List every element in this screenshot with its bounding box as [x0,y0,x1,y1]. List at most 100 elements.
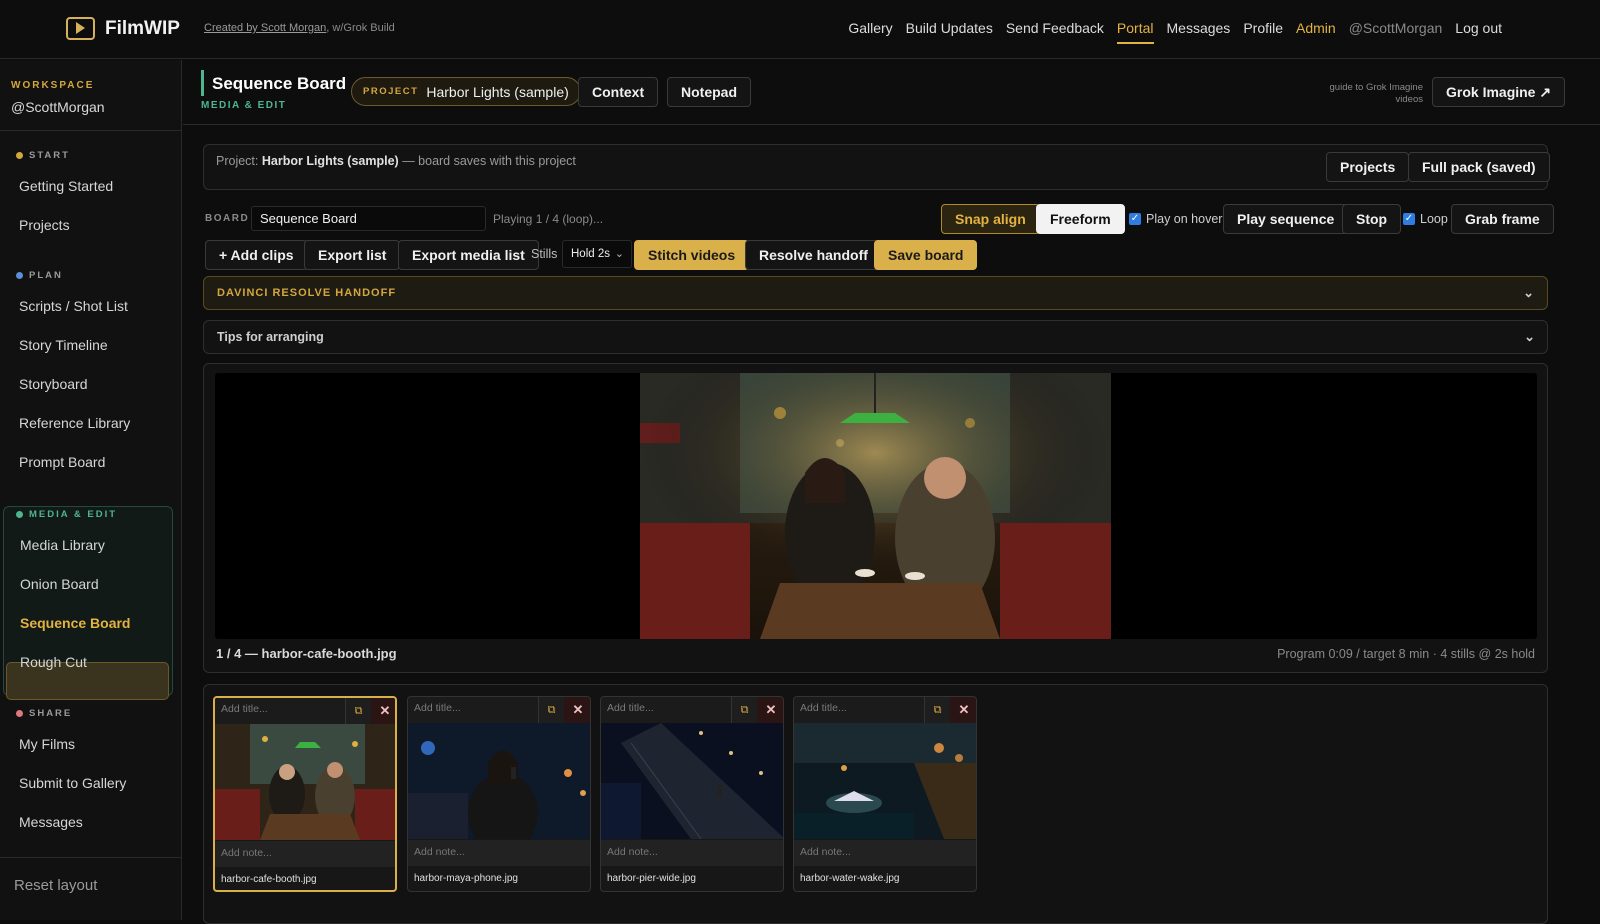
grok-imagine-button[interactable]: Grok Imagine ↗ [1432,77,1566,107]
sidebar-item-storyboard[interactable]: Storyboard [19,376,87,392]
sidebar-item-onion-board[interactable]: Onion Board [20,576,99,592]
sequence-viewer[interactable] [215,373,1537,639]
credit-line: Created by Scott Morgan, w/Grok Build [204,22,395,34]
stills-hold-select[interactable]: Hold 2s ⌄ [562,240,632,268]
page-title-accent [201,70,204,96]
app-name: FilmWIP [105,17,180,39]
divider [0,130,182,131]
clip-thumbnail [601,723,783,839]
reset-layout-button[interactable]: Reset layout [14,877,97,894]
tips-accordion[interactable]: Tips for arranging ⌄ [203,320,1548,354]
play-sequence-button[interactable]: Play sequence [1223,204,1349,234]
divider [183,124,1600,125]
clip-filename: harbor-water-wake.jpg [800,873,900,884]
project-card-name: Harbor Lights (sample) [261,154,399,168]
nav-send-feedback[interactable]: Send Feedback [1006,20,1104,44]
nav-messages[interactable]: Messages [1167,20,1231,44]
viewer-caption: 1 / 4 — harbor-cafe-booth.jpg [216,646,397,661]
stop-button[interactable]: Stop [1342,204,1402,234]
clip-note-input[interactable]: Add note... [601,840,783,866]
sidebar-item-getting-started[interactable]: Getting Started [19,178,113,194]
sidebar-item-messages[interactable]: Messages [19,814,83,830]
grab-frame-button[interactable]: Grab frame [1451,204,1554,234]
resolve-handoff-button[interactable]: Resolve handoff [745,240,882,270]
clip-filename: harbor-pier-wide.jpg [607,873,696,884]
snap-align-button[interactable]: Snap align [941,204,1040,234]
clip-card[interactable]: Add title... ⧉ ✕ Add note... harbor-cafe… [213,696,397,892]
stitch-videos-button[interactable]: Stitch videos [634,240,750,270]
export-media-list-button[interactable]: Export media list [398,240,539,270]
notepad-button[interactable]: Notepad [667,77,751,107]
board-label: BOARD [205,213,250,224]
resolve-handoff-accordion[interactable]: DAVINCI RESOLVE HANDOFF ⌄ [203,276,1548,310]
main-content: Sequence Board MEDIA & EDIT PROJECT Harb… [183,60,1600,924]
close-icon[interactable]: ✕ [371,698,395,724]
projects-button[interactable]: Projects [1326,152,1410,182]
dot-icon [16,152,23,159]
add-clips-button[interactable]: + Add clips [205,240,308,270]
chevron-down-icon: ⌄ [1524,329,1535,344]
clip-title-input[interactable]: Add title... [408,697,538,723]
project-pill[interactable]: PROJECT Harbor Lights (sample) [351,77,581,106]
section-plan: PLAN [16,270,63,281]
checkbox-checked-icon: ✓ [1403,213,1415,225]
close-icon[interactable]: ✕ [950,697,976,723]
clip-card[interactable]: Add title... ⧉ ✕ Add note... harbor-wate… [793,696,977,892]
viewer-card: 1 / 4 — harbor-cafe-booth.jpg Program 0:… [203,363,1548,673]
copy-icon[interactable]: ⧉ [924,697,950,723]
nav-logout[interactable]: Log out [1455,20,1502,44]
context-button[interactable]: Context [578,77,659,107]
sidebar-item-sequence-board[interactable]: Sequence Board [20,615,130,631]
export-list-button[interactable]: Export list [304,240,401,270]
clip-note-input[interactable]: Add note... [408,840,590,866]
nav-user-handle[interactable]: @ScottMorgan [1349,20,1443,44]
page-title: Sequence Board [212,74,347,93]
film-icon [66,17,95,40]
clip-title-input[interactable]: Add title... [794,697,924,723]
clip-strip: Add title... ⧉ ✕ Add note... harbor-cafe… [203,684,1548,924]
dot-icon [16,272,23,279]
clip-note-input[interactable]: Add note... [794,840,976,866]
board-name-input[interactable]: Sequence Board [251,206,486,231]
clip-title-input[interactable]: Add title... [601,697,731,723]
nav-admin[interactable]: Admin [1296,20,1336,44]
sidebar-item-story-timeline[interactable]: Story Timeline [19,337,108,353]
project-pill-name: Harbor Lights (sample) [426,83,569,100]
clip-title-input[interactable]: Add title... [215,698,345,724]
stills-label: Stills [531,247,558,261]
clip-note-input[interactable]: Add note... [215,841,395,867]
sidebar-item-rough-cut[interactable]: Rough Cut [20,654,87,670]
nav-build-updates[interactable]: Build Updates [906,20,993,44]
credit-link[interactable]: Created by Scott Morgan [204,22,326,34]
app-logo[interactable]: FilmWIP [66,17,180,40]
nav-gallery[interactable]: Gallery [848,20,892,44]
sidebar-item-projects[interactable]: Projects [19,217,70,233]
sidebar-item-reference-library[interactable]: Reference Library [19,415,130,431]
clip-card[interactable]: Add title... ⧉ ✕ Add note... harbor-maya… [407,696,591,892]
section-start: START [16,150,70,161]
play-on-hover-checkbox[interactable]: ✓ Play on hover [1129,212,1222,226]
close-icon[interactable]: ✕ [564,697,590,723]
nav-profile[interactable]: Profile [1243,20,1283,44]
section-media-edit: MEDIA & EDIT [16,509,117,520]
freeform-button[interactable]: Freeform [1036,204,1125,234]
copy-icon[interactable]: ⧉ [538,697,564,723]
nav-portal[interactable]: Portal [1116,20,1154,44]
sidebar-item-my-films[interactable]: My Films [19,736,75,752]
save-board-button[interactable]: Save board [874,240,978,270]
copy-icon[interactable]: ⧉ [731,697,757,723]
copy-icon[interactable]: ⧉ [345,698,371,724]
clip-card[interactable]: Add title... ⧉ ✕ Add note... harbor-pier… [600,696,784,892]
full-pack-button[interactable]: Full pack (saved) [1408,152,1550,182]
sidebar-item-submit-gallery[interactable]: Submit to Gallery [19,775,126,791]
clip-filename: harbor-cafe-booth.jpg [221,874,317,885]
close-icon[interactable]: ✕ [757,697,783,723]
sidebar-item-media-library[interactable]: Media Library [20,537,105,553]
loop-checkbox[interactable]: ✓ Loop [1403,212,1448,226]
sidebar-item-prompt-board[interactable]: Prompt Board [19,454,105,470]
sidebar-item-scripts[interactable]: Scripts / Shot List [19,298,128,314]
viewer-frame-image [640,373,1111,639]
chevron-down-icon: ⌄ [614,248,624,260]
section-share: SHARE [16,708,72,719]
grok-guide-link[interactable]: guide to Grok Imagine videos [1307,82,1423,106]
